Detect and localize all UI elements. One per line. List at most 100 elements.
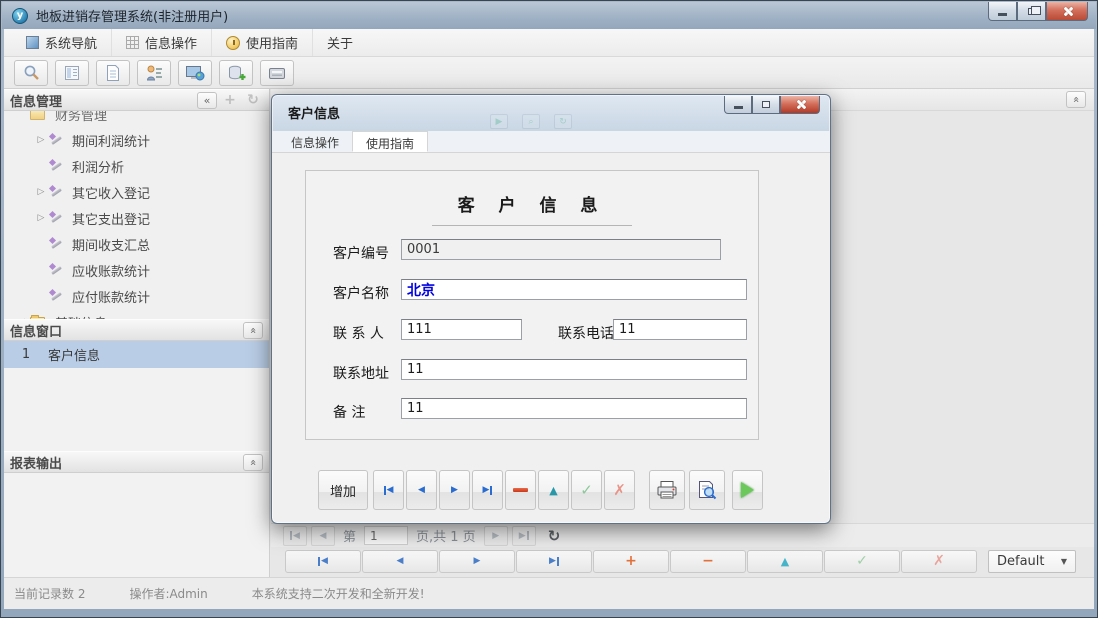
menu-label: 系统导航 — [45, 33, 97, 52]
next-record-button[interactable]: ▶ — [439, 470, 470, 510]
menu-info-ops[interactable]: 信息操作 — [112, 29, 212, 56]
minus-icon: − — [702, 553, 714, 569]
customer-form-groupbox: 客 户 信 息 客户编号 客户名称 联 系 人 联系电话 联系地址 备 注 — [305, 170, 759, 440]
name-field[interactable] — [401, 279, 747, 300]
phone-field[interactable] — [613, 319, 747, 340]
tool-icon — [49, 159, 63, 173]
menu-user-guide[interactable]: 使用指南 — [212, 29, 313, 56]
collapse-content-button[interactable]: « — [1066, 91, 1086, 108]
run-button[interactable] — [732, 470, 763, 510]
code-field[interactable] — [401, 239, 721, 260]
next-page-icon: ▶ — [492, 531, 499, 541]
view-select[interactable]: Default ▼ — [988, 550, 1076, 573]
record-add-button[interactable]: + — [593, 550, 669, 573]
restore-icon — [1028, 8, 1036, 15]
document-button[interactable] — [96, 60, 130, 86]
panel-title: 报表输出 — [10, 453, 62, 472]
dialog-title-bar[interactable]: 客户信息 ▶ ⌕ ↻ — [272, 95, 830, 131]
sidebar-header-info-window[interactable]: 信息窗口 « — [4, 319, 269, 341]
add-button[interactable]: 增加 — [318, 470, 368, 510]
refresh-icon[interactable]: ↻ — [548, 527, 561, 545]
archive-icon — [267, 65, 287, 81]
delete-record-button[interactable] — [505, 470, 536, 510]
search-icon — [22, 64, 41, 82]
collapse-report-button[interactable]: « — [243, 454, 263, 471]
title-bar[interactable]: y 地板进销存管理系统(非注册用户) — [2, 2, 1096, 29]
tree-item-other-income[interactable]: ▷ 其它收入登记 — [4, 179, 269, 205]
confirm-button[interactable]: ✓ — [571, 470, 602, 510]
info-window-item-selected[interactable]: 1 客户信息 — [4, 341, 269, 368]
page-number-input[interactable] — [364, 526, 408, 545]
dialog-close-button[interactable] — [780, 96, 820, 114]
prev-page-icon: ◀ — [320, 531, 327, 541]
sidebar-header-info-management[interactable]: 信息管理 « + ↻ — [4, 89, 269, 111]
monitor-button[interactable] — [178, 60, 212, 86]
staff-button[interactable] — [137, 60, 171, 86]
add-panel-button[interactable]: + — [220, 92, 240, 109]
refresh-panel-button[interactable]: ↻ — [243, 92, 263, 109]
export-button[interactable] — [219, 60, 253, 86]
report-output-body — [4, 473, 269, 589]
first-record-button[interactable]: ◀ — [373, 470, 404, 510]
page-first-button[interactable]: ◀ — [283, 526, 307, 546]
expand-icon[interactable]: ▷ — [34, 213, 48, 223]
monitor-icon — [185, 64, 205, 82]
tree-item-income-expense-summary[interactable]: 期间收支汇总 — [4, 231, 269, 257]
print-preview-button[interactable] — [689, 470, 725, 510]
page-prev-button[interactable]: ◀ — [311, 526, 335, 546]
restore-button[interactable] — [1017, 2, 1046, 21]
record-cancel-button[interactable]: ✗ — [901, 550, 977, 573]
page-last-button[interactable]: ▶ — [512, 526, 536, 546]
dialog-maximize-button[interactable] — [752, 96, 780, 114]
system-nav-icon — [26, 36, 39, 49]
tree-item-payables[interactable]: 应付账款统计 — [4, 283, 269, 309]
page-next-button[interactable]: ▶ — [484, 526, 508, 546]
tree-item-other-expense[interactable]: ▷ 其它支出登记 — [4, 205, 269, 231]
tab-info-ops[interactable]: 信息操作 — [278, 131, 352, 152]
contact-field[interactable] — [401, 319, 522, 340]
menu-label: 使用指南 — [246, 33, 298, 52]
record-edit-button[interactable]: ▲ — [747, 550, 823, 573]
minimize-button[interactable] — [988, 2, 1017, 21]
expand-icon[interactable]: ◢ — [14, 317, 28, 320]
menu-bar: 系统导航 信息操作 使用指南 关于 — [4, 29, 1094, 57]
search-button[interactable] — [14, 60, 48, 86]
collapse-sidebar-button[interactable]: « — [197, 92, 217, 109]
document-icon — [105, 64, 121, 82]
record-next-button[interactable]: ▶ — [439, 550, 515, 573]
archive-button[interactable] — [260, 60, 294, 86]
expand-icon[interactable]: ▷ — [34, 135, 48, 145]
tree-item-label: 应付账款统计 — [68, 285, 154, 308]
sidebar-header-report-output[interactable]: 报表输出 « — [4, 451, 269, 473]
expand-icon[interactable]: ▷ — [34, 187, 48, 197]
collapse-info-window-button[interactable]: « — [243, 322, 263, 339]
tree-item-base-info[interactable]: ◢ 基础信息 — [4, 309, 269, 319]
print-button[interactable] — [649, 470, 685, 510]
record-first-button[interactable]: ◀ — [285, 550, 361, 573]
panel-title: 信息窗口 — [10, 321, 62, 340]
dialog-minimize-button[interactable] — [724, 96, 752, 114]
remark-field[interactable] — [401, 398, 747, 419]
edit-record-button[interactable]: ▲ — [538, 470, 569, 510]
menu-system-nav[interactable]: 系统导航 — [12, 29, 112, 56]
tree-item-profit-analysis[interactable]: 利润分析 — [4, 153, 269, 179]
close-button[interactable] — [1046, 2, 1088, 21]
tab-user-guide[interactable]: 使用指南 — [352, 131, 428, 152]
menu-label: 信息操作 — [145, 33, 197, 52]
menu-about[interactable]: 关于 — [313, 29, 367, 56]
record-confirm-button[interactable]: ✓ — [824, 550, 900, 573]
check-icon: ✓ — [580, 481, 593, 499]
record-last-button[interactable]: ▶ — [516, 550, 592, 573]
address-field[interactable] — [401, 359, 747, 380]
tree-item-receivables[interactable]: 应收账款统计 — [4, 257, 269, 283]
record-delete-button[interactable]: − — [670, 550, 746, 573]
nav-tree: 财务管理 ▷ 期间利润统计 利润分析 ▷ 其它收入登记 — [4, 111, 269, 319]
prev-record-button[interactable]: ◀ — [406, 470, 437, 510]
tree-item-profit-stats[interactable]: ▷ 期间利润统计 — [4, 127, 269, 153]
report-button[interactable] — [55, 60, 89, 86]
cancel-button[interactable]: ✗ — [604, 470, 635, 510]
search-icon: ⌕ — [522, 114, 540, 129]
record-prev-button[interactable]: ◀ — [362, 550, 438, 573]
tree-item-finance[interactable]: 财务管理 — [4, 111, 269, 127]
last-record-button[interactable]: ▶ — [472, 470, 503, 510]
